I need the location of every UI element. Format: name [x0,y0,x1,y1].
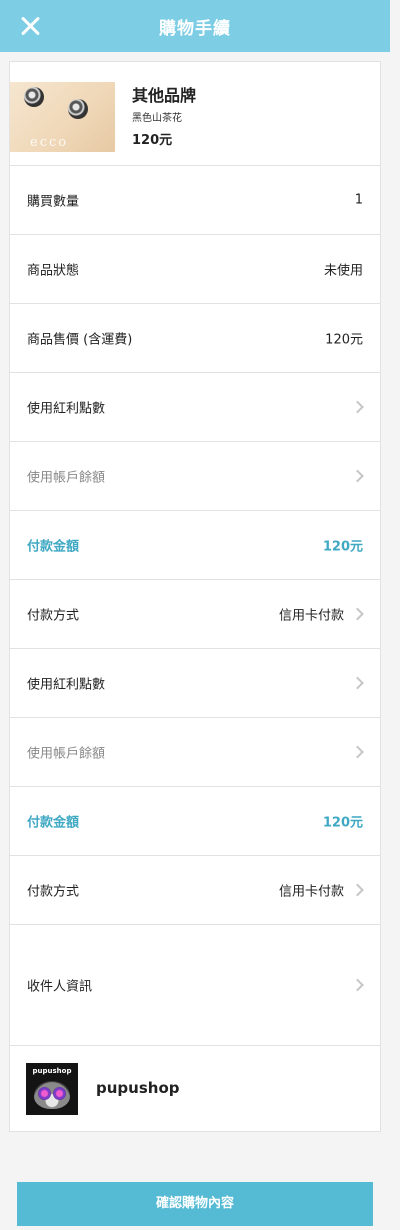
row-label: 使用帳戶餘額 [27,470,106,486]
row-label: 使用紅利點數 [27,677,106,693]
rose-earring-icon [24,87,44,107]
product-summary: ecco 其他品牌 黑色山茶花 120元 [10,62,380,166]
row-label: 付款方式 [27,608,80,624]
row-label: 付款金額 [27,539,80,555]
image-watermark: ecco [30,135,69,150]
top-bar: 購物手續 [0,0,390,52]
order-card: ecco 其他品牌 黑色山茶花 120元 購買數量 1 商品狀態 未使用 商品售… [9,61,381,1132]
row-use-bonus-points[interactable]: 使用紅利點數 [10,649,380,718]
row-value: 1 [354,192,363,208]
sunglasses-icon [38,1087,51,1100]
row-label: 收件人資訊 [27,979,93,995]
chevron-right-icon [351,676,364,690]
rose-earring-icon [68,99,88,119]
row-recipient-info[interactable]: 收件人資訊 [10,925,380,1046]
avatar-label: pupushop [32,1067,72,1075]
chevron-right-icon [351,745,364,759]
sunglasses-icon [53,1087,66,1100]
row-payment-amount: 付款金額 120元 [10,787,380,856]
row-payment-amount: 付款金額 120元 [10,511,380,580]
row-value: 信用卡付款 [278,608,344,624]
row-label: 付款金額 [27,815,80,831]
product-image: ecco [10,82,115,152]
row-label: 付款方式 [27,884,80,900]
product-variant: 黑色山茶花 [132,113,182,124]
shop-info[interactable]: pupushop pupushop [10,1046,380,1131]
page-title: 購物手續 [159,19,231,39]
row-value: 信用卡付款 [278,884,344,900]
row-label: 商品狀態 [27,263,80,279]
chevron-right-icon [351,400,364,414]
row-value: 120元 [325,332,363,348]
row-label: 使用帳戶餘額 [27,746,106,762]
row-value: 120元 [322,815,363,831]
confirm-purchase-button[interactable]: 確認購物內容 [17,1182,373,1226]
chevron-right-icon [351,978,364,992]
row-label: 使用紅利點數 [27,401,106,417]
row-payment-method[interactable]: 付款方式 信用卡付款 [10,580,380,649]
row-quantity: 購買數量 1 [10,166,380,235]
row-item-condition: 商品狀態 未使用 [10,235,380,304]
row-payment-method[interactable]: 付款方式 信用卡付款 [10,856,380,925]
chevron-right-icon [351,883,364,897]
chevron-right-icon [351,607,364,621]
row-label: 購買數量 [27,194,80,210]
row-label: 商品售價 (含運費) [27,332,133,348]
chevron-right-icon [351,469,364,483]
product-price: 120元 [132,133,173,148]
shop-name: pupushop [96,1079,180,1097]
row-item-price: 商品售價 (含運費) 120元 [10,304,380,373]
row-use-account-balance[interactable]: 使用帳戶餘額 [10,442,380,511]
row-use-bonus-points[interactable]: 使用紅利點數 [10,373,380,442]
product-brand: 其他品牌 [132,86,197,105]
shop-avatar: pupushop [26,1063,78,1115]
row-value: 未使用 [323,263,363,279]
row-use-account-balance[interactable]: 使用帳戶餘額 [10,718,380,787]
row-value: 120元 [322,539,363,555]
